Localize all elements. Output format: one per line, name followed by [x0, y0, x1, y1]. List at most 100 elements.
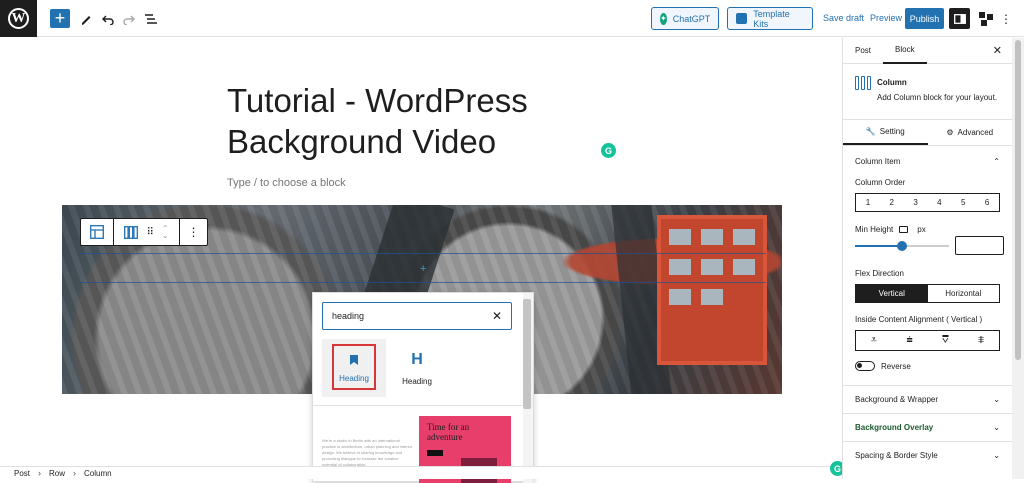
- parent-block-button[interactable]: [81, 219, 114, 245]
- chevron-down-icon: ⌄: [993, 423, 1000, 432]
- post-title[interactable]: Tutorial - WordPress Background Video: [227, 80, 627, 162]
- inserter-scrollbar[interactable]: [523, 299, 531, 409]
- block-card-description: Add Column block for your layout.: [877, 93, 998, 102]
- settings-subtabs: 🔧 Setting ⚙ Advanced: [843, 120, 1012, 146]
- block-card-title: Column: [877, 78, 907, 87]
- tab-post[interactable]: Post: [843, 38, 883, 64]
- tab-setting[interactable]: 🔧 Setting: [843, 120, 928, 145]
- align-center-icon[interactable]: ⩧: [892, 331, 928, 350]
- template-kits-button[interactable]: Template Kits: [727, 7, 813, 30]
- bookmark-icon: [350, 354, 358, 365]
- column-item-panel-header[interactable]: Column Item ⌃: [843, 146, 1012, 176]
- move-up-down-icon[interactable]: ⌃ ⌄: [162, 225, 169, 240]
- breadcrumb-row[interactable]: Row: [49, 469, 65, 478]
- highlight-frame: [332, 344, 376, 390]
- settings-sidebar: Post Block ✕ Column Add Column block for…: [842, 38, 1012, 479]
- block-inserter-popover: heading ✕ Heading H Heading We're a stud…: [312, 292, 534, 483]
- undo-button[interactable]: [100, 9, 116, 28]
- block-result-label: Heading: [339, 373, 369, 383]
- wrench-icon: 🔧: [865, 127, 876, 136]
- tab-setting-label: Setting: [879, 127, 905, 136]
- column-order-option[interactable]: 3: [904, 194, 928, 211]
- column-order-control: 1 2 3 4 5 6: [855, 193, 1000, 212]
- block-result-heading-custom[interactable]: Heading: [322, 339, 386, 397]
- align-stretch-icon[interactable]: ⩨: [963, 331, 999, 350]
- drag-handle-icon[interactable]: ⠿: [146, 227, 153, 238]
- chatgpt-icon: ✦: [660, 12, 667, 25]
- column-order-option[interactable]: 4: [927, 194, 951, 211]
- plugin-button[interactable]: [975, 8, 996, 29]
- block-result-heading-core[interactable]: H Heading: [385, 339, 449, 397]
- column-order-option[interactable]: 2: [880, 194, 904, 211]
- undo-icon: [102, 15, 114, 25]
- block-search-value: heading: [332, 311, 365, 321]
- min-height-input[interactable]: [955, 236, 1004, 255]
- block-toolbar: ⠿ ⌃ ⌄ ⋮: [80, 218, 208, 246]
- panel-background-overlay[interactable]: Background Overlay ⌄: [843, 413, 1012, 441]
- slider-handle[interactable]: [897, 241, 907, 251]
- unit-selector[interactable]: px: [914, 224, 928, 235]
- align-top-icon[interactable]: ⩡: [856, 331, 892, 350]
- wordpress-logo-button[interactable]: W: [0, 0, 37, 37]
- list-view-icon: [145, 13, 157, 24]
- column-order-option[interactable]: 5: [951, 194, 975, 211]
- block-search-input[interactable]: heading ✕: [322, 302, 512, 330]
- pencil-icon: [82, 15, 91, 25]
- heading-icon: H: [411, 350, 423, 368]
- grammarly-icon[interactable]: G: [601, 143, 616, 158]
- pattern-preview-text[interactable]: We're a studio in Berlin with an interna…: [322, 438, 414, 468]
- reverse-row: Reverse: [855, 361, 1000, 371]
- tab-block[interactable]: Block: [883, 38, 927, 64]
- block-placeholder[interactable]: Type / to choose a block: [227, 177, 346, 189]
- preview-button[interactable]: Preview: [870, 13, 902, 23]
- sidebar-icon: [953, 13, 966, 24]
- breadcrumb-post[interactable]: Post: [14, 469, 30, 478]
- chatgpt-button[interactable]: ✦ ChatGPT: [651, 7, 719, 30]
- breadcrumb: Post › Row › Column: [0, 466, 842, 479]
- panel-title: Background Overlay: [855, 423, 934, 432]
- inserter-divider: [313, 405, 523, 406]
- tab-advanced[interactable]: ⚙ Advanced: [928, 120, 1013, 145]
- panel-title: Background & Wrapper: [855, 395, 939, 404]
- column-order-option[interactable]: 1: [856, 194, 880, 211]
- chevron-down-icon: ⌄: [993, 451, 1000, 460]
- column-order-option[interactable]: 6: [975, 194, 999, 211]
- flex-direction-label: Flex Direction: [855, 269, 904, 278]
- template-kits-icon: [736, 13, 748, 24]
- chevron-right-icon: ›: [73, 468, 77, 478]
- breadcrumb-column[interactable]: Column: [84, 469, 112, 478]
- align-bottom-icon[interactable]: ⩢: [928, 331, 964, 350]
- settings-sidebar-toggle[interactable]: [949, 8, 970, 29]
- scrollbar-thumb[interactable]: [1015, 40, 1021, 360]
- column-icon: [855, 76, 871, 90]
- options-menu-button[interactable]: ⋮: [999, 8, 1013, 29]
- clear-search-icon[interactable]: ✕: [492, 309, 502, 323]
- tab-advanced-label: Advanced: [957, 128, 994, 137]
- panel-spacing-border[interactable]: Spacing & Border Style ⌄: [843, 441, 1012, 469]
- flex-direction-vertical[interactable]: Vertical: [856, 285, 928, 302]
- column-icon[interactable]: [124, 225, 139, 239]
- redo-button[interactable]: [121, 9, 137, 28]
- close-icon[interactable]: ✕: [993, 44, 1002, 57]
- reverse-toggle[interactable]: [855, 361, 875, 371]
- redo-icon: [123, 15, 135, 25]
- min-height-slider-row: [855, 236, 1004, 256]
- sidebar-tabs: Post Block ✕: [843, 38, 1012, 64]
- column-item-panel: Column Order 1 2 3 4 5 6 Min Height px F…: [843, 178, 1012, 371]
- chevron-right-icon: ›: [38, 468, 42, 478]
- edit-tools-button[interactable]: [78, 9, 94, 28]
- sidebar-scrollbar[interactable]: [1012, 38, 1024, 479]
- block-appender-icon[interactable]: +: [420, 263, 426, 275]
- document-overview-button[interactable]: [143, 9, 159, 28]
- reverse-label: Reverse: [881, 361, 911, 371]
- add-block-button[interactable]: +: [50, 9, 70, 28]
- chevron-up-icon: ⌃: [993, 156, 1000, 166]
- panel-background-wrapper[interactable]: Background & Wrapper ⌄: [843, 385, 1012, 413]
- flex-direction-horizontal[interactable]: Horizontal: [928, 285, 1000, 302]
- desktop-icon[interactable]: [899, 226, 909, 233]
- publish-button[interactable]: Publish: [905, 8, 944, 29]
- block-result-label: Heading: [402, 376, 432, 386]
- save-draft-button[interactable]: Save draft: [823, 13, 864, 23]
- block-options-button[interactable]: ⋮: [180, 219, 207, 245]
- layout-icon: [90, 225, 104, 239]
